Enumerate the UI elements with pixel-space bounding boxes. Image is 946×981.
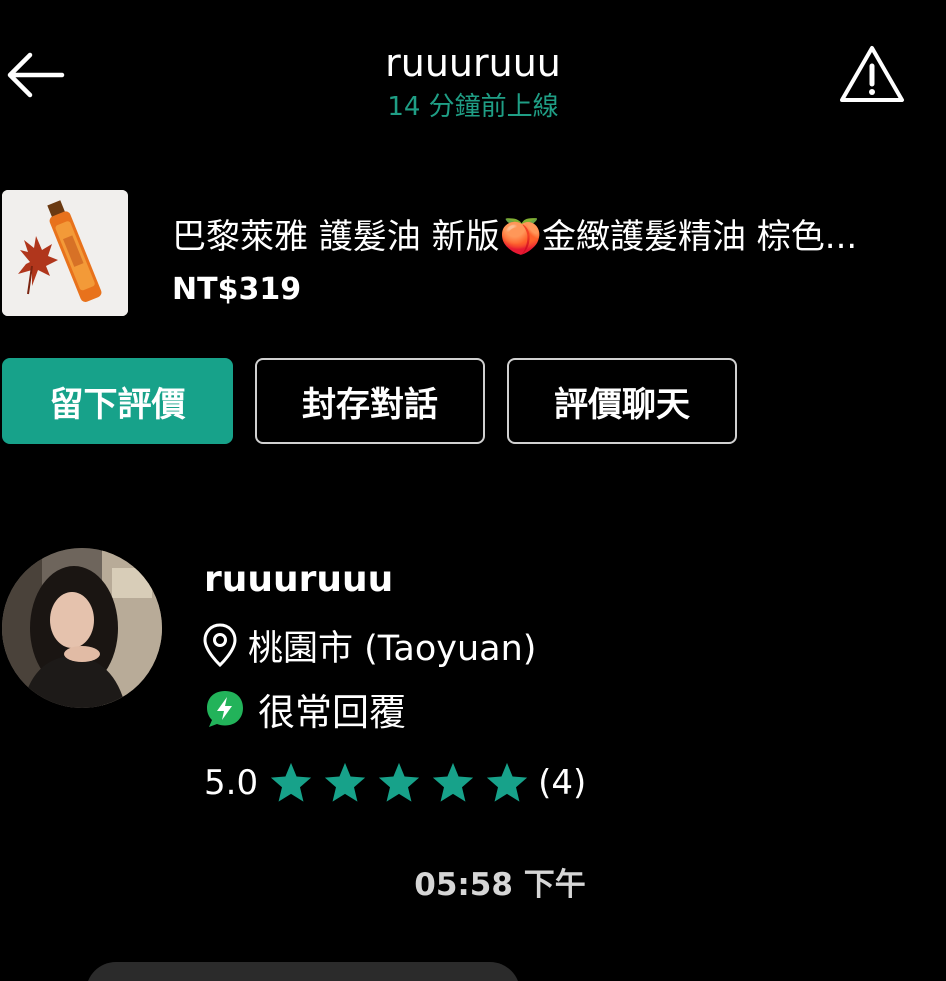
star-rating (268, 760, 538, 806)
message-bubble[interactable] (86, 962, 520, 981)
star-icon (378, 762, 420, 802)
profile-photo (2, 548, 162, 708)
location-text: 桃園市 (Taoyuan) (248, 628, 537, 669)
profile-name[interactable]: ruuuruuu (204, 558, 393, 602)
chat-partner-name: ruuuruuu (385, 41, 561, 85)
product-title[interactable]: 巴黎萊雅 護髮油 新版🍑金緻護髮精油 棕色... (172, 214, 946, 260)
product-thumbnail[interactable] (2, 190, 128, 316)
product-image (2, 190, 128, 316)
report-button[interactable] (838, 44, 906, 104)
reply-badge-row: 很常回覆 (204, 684, 406, 734)
archive-chat-button[interactable]: 封存對話 (255, 358, 485, 444)
warning-icon (840, 46, 904, 102)
location-pin-icon (203, 623, 237, 668)
star-icon (486, 762, 528, 802)
lightning-bubble-icon (207, 691, 243, 727)
message-timestamp: 05:58 下午 (414, 867, 586, 903)
rate-chat-button[interactable]: 評價聊天 (507, 358, 737, 444)
rating-value: 5.0 (204, 763, 259, 803)
leave-review-button[interactable]: 留下評價 (2, 358, 233, 444)
location-row: 桃園市 (Taoyuan) (202, 620, 536, 670)
star-icon (270, 762, 312, 802)
online-status: 14 分鐘前上線 (387, 92, 559, 122)
review-count: (4) (538, 763, 587, 803)
chat-screen: ruuuruuu 14 分鐘前上線 巴黎萊雅 護髮油 新版🍑金緻護髮精油 棕色.… (0, 0, 946, 981)
star-icon (324, 762, 366, 802)
reply-badge-text: 很常回覆 (258, 691, 406, 734)
avatar[interactable] (2, 548, 162, 708)
product-price: NT$319 (172, 272, 302, 307)
star-icon (432, 762, 474, 802)
rating-row[interactable]: 5.0 (4) (204, 758, 586, 808)
